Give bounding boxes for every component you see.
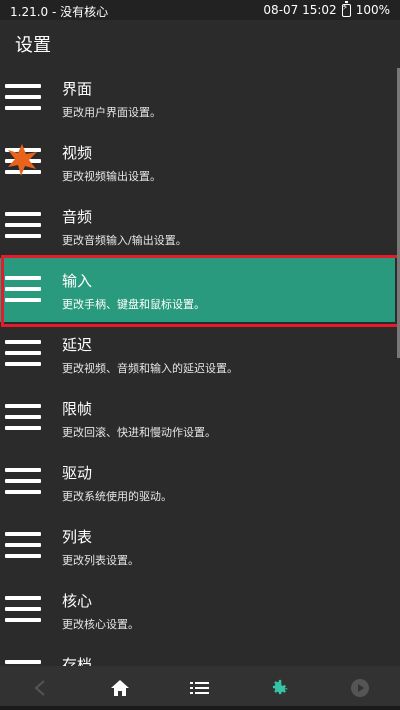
settings-item-description: 更改手柄、键盘和鼠标设置。 [62,298,205,311]
settings-item-latency[interactable]: 延迟 更改视频、音频和输入的延迟设置。 [0,322,395,386]
settings-item-drivers[interactable]: 驱动 更改系统使用的驱动。 [0,450,395,514]
settings-item-audio[interactable]: 音频 更改音频输入/输出设置。 [0,194,395,258]
status-time: 08-07 15:02 [263,3,337,17]
status-right: 08-07 15:02 100% [263,0,390,17]
status-battery: 100% [355,3,390,17]
settings-item-lists[interactable]: 列表 更改列表设置。 [0,514,395,578]
list-icon [190,682,209,694]
settings-item-label: 存档 [62,656,93,666]
nav-back-button[interactable] [0,666,80,710]
battery-charging-icon [341,0,351,17]
hamburger-icon [5,532,41,560]
settings-item-description: 更改回滚、快进和慢动作设置。 [62,426,216,439]
settings-item-label: 界面 [62,80,93,98]
settings-item-description: 更改系统使用的驱动。 [62,490,172,503]
page-title: 设置 [15,35,51,56]
hamburger-icon [5,276,41,304]
nav-settings-button[interactable] [240,666,320,710]
settings-item-label: 列表 [62,528,93,546]
settings-item-description: 更改音频输入/输出设置。 [62,234,187,247]
hamburger-icon [5,212,41,240]
settings-item-label: 驱动 [62,464,93,482]
settings-item-description: 更改列表设置。 [62,554,139,567]
cursor-burst-icon [8,144,37,176]
hamburger-icon [5,340,41,368]
bottom-nav [0,666,400,710]
hamburger-icon [5,84,41,112]
settings-item-label: 核心 [62,592,93,610]
nav-playlists-button[interactable] [160,666,240,710]
status-bar: 1.21.0 - 没有核心 08-07 15:02 100% [0,0,400,20]
play-icon [351,679,369,697]
settings-item-description: 更改视频、音频和输入的延迟设置。 [62,362,238,375]
settings-item-video[interactable]: 视频 更改视频输出设置。 [0,130,395,194]
bottom-edge [0,706,400,710]
settings-item-label: 视频 [62,144,93,162]
settings-item-core[interactable]: 核心 更改核心设置。 [0,578,395,642]
settings-gear-icon [272,679,288,695]
settings-item-description: 更改用户界面设置。 [62,106,161,119]
title-bar: 设置 [0,20,400,66]
nav-run-button[interactable] [320,666,400,710]
back-icon [34,680,45,696]
settings-item-description: 更改核心设置。 [62,618,139,631]
status-app-info: 1.21.0 - 没有核心 [10,5,109,19]
settings-item-label: 延迟 [62,336,93,354]
hamburger-icon [5,596,41,624]
settings-item-input[interactable]: 输入 更改手柄、键盘和鼠标设置。 [0,258,395,322]
settings-item-interface[interactable]: 界面 更改用户界面设置。 [0,66,395,130]
settings-item-label: 限帧 [62,400,93,418]
settings-item-label: 音频 [62,208,93,226]
settings-item-label: 输入 [62,272,93,290]
home-icon [111,680,129,696]
settings-item-frame-throttle[interactable]: 限帧 更改回滚、快进和慢动作设置。 [0,386,395,450]
nav-home-button[interactable] [80,666,160,710]
hamburger-icon [5,468,41,496]
settings-item-description: 更改视频输出设置。 [62,170,161,183]
hamburger-icon [5,404,41,432]
settings-item-saving[interactable]: 存档 [0,642,395,666]
settings-list[interactable]: 界面 更改用户界面设置。 视频 更改视频输出设置。 音频 更改音频输入/输出设置… [0,66,400,666]
